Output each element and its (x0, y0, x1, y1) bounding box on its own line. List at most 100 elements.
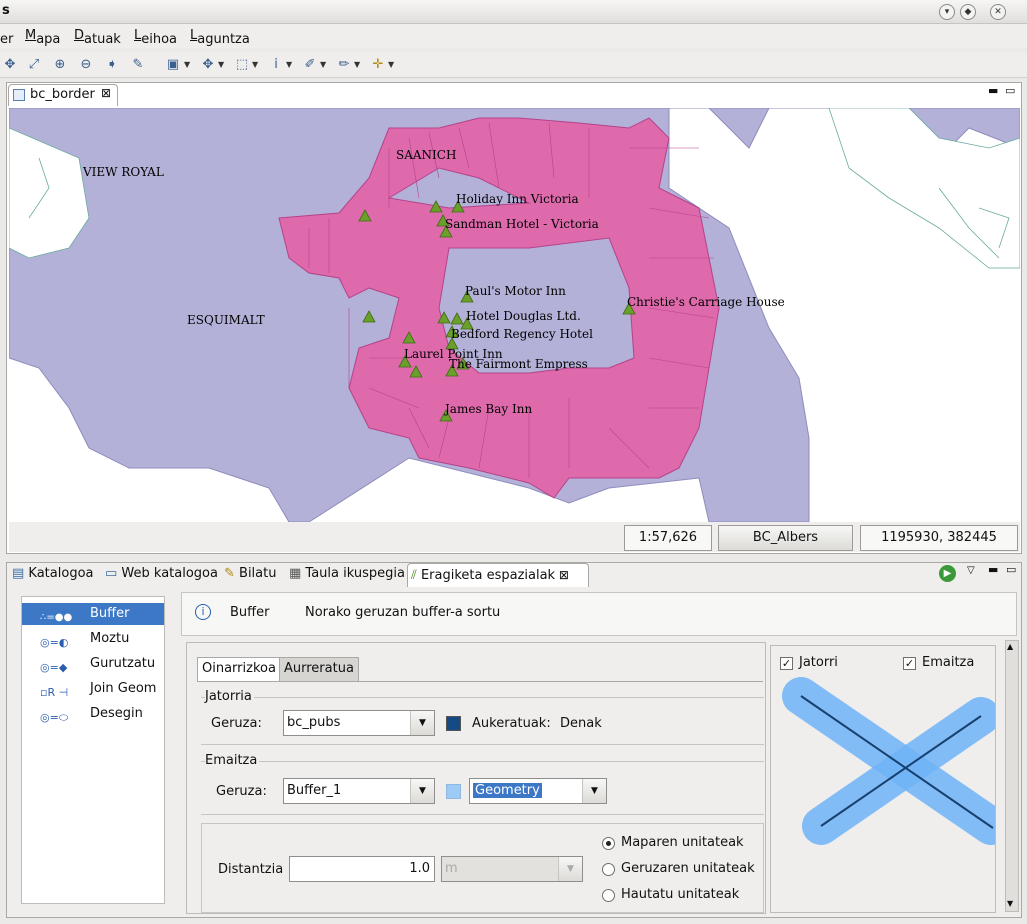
tab-katalogoa[interactable]: ▤ Katalogoa (9, 563, 97, 587)
source-layer-select[interactable]: bc_pubs ▼ (283, 710, 435, 736)
info-icon[interactable]: i (266, 55, 286, 75)
eraser-icon[interactable]: ✎ (128, 55, 148, 75)
run-icon[interactable]: ▶ (939, 565, 956, 582)
crs-button[interactable]: BC_Albers (718, 525, 853, 551)
chevron-down-icon[interactable]: ▼ (320, 55, 326, 75)
list-item-gurutzatu[interactable]: ◎=◆ Gurutzatu (22, 653, 164, 675)
menu-item-laguntza[interactable]: Laguntza (190, 28, 250, 47)
web-catalog-icon: ▭ (105, 566, 122, 581)
radio-map-units-label: Maparen unitateak (621, 835, 744, 850)
crosshair-tool-icon[interactable]: ✛ (368, 55, 388, 75)
map-label-bedford: Bedford Regency Hotel (451, 327, 593, 341)
map-label-sandman: Sandman Hotel - Victoria (445, 217, 599, 231)
view-menu-icon[interactable]: ▽ (967, 565, 975, 576)
chevron-down-icon[interactable]: ▼ (218, 55, 224, 75)
info-icon: i (195, 604, 211, 620)
draw-tool-icon[interactable]: ✏ (334, 55, 354, 75)
source-layer-label: Geruza: (211, 716, 262, 731)
chevron-down-icon[interactable]: ▼ (286, 55, 292, 75)
chevron-up-icon[interactable]: ▲ (1007, 642, 1013, 651)
result-color-swatch[interactable] (446, 784, 461, 799)
tab-aurreratua[interactable]: Aurreratua (279, 657, 359, 681)
scale-field[interactable]: 1:57,626 (624, 525, 712, 551)
menu-item-leihoa[interactable]: Leihoa (134, 28, 177, 47)
result-checkbox[interactable]: ✓ (903, 657, 916, 670)
unit-select[interactable]: m ▼ (441, 856, 583, 882)
table-icon: ▦ (289, 566, 306, 581)
maximize-icon[interactable]: ◆ (960, 4, 976, 20)
source-group-label: Jatorria (205, 689, 254, 704)
operation-header: i Buffer Norako geruzan buffer-a sortu (181, 592, 1017, 636)
window-title: s (2, 3, 10, 18)
close-icon[interactable]: ⊠ (101, 86, 111, 100)
search-icon: ✎ (224, 566, 240, 581)
list-item-buffer[interactable]: ∴=●● Buffer (22, 603, 164, 625)
tab-oinarrizkoa[interactable]: Oinarrizkoa (197, 657, 281, 681)
pan-grip-icon[interactable]: ✥ (0, 55, 20, 75)
chevron-down-icon[interactable]: ▼ (252, 55, 258, 75)
zoom-tool-icon[interactable]: ▣ (163, 55, 183, 75)
selected-value: Denak (560, 716, 602, 731)
tab-eragiketa-espazialak[interactable]: ⫽ Eragiketa espazialak ⊠ (407, 563, 589, 587)
chevron-down-icon[interactable]: ▼ (354, 55, 360, 75)
toolbar: ✥ ⤢ ⊕ ⊖ ➧ ✎ ▣ ▼ ✥ ▼ ⬚ ▼ i ▼ ✐ ▼ ✏ ▼ ✛ ▼ (0, 52, 1027, 78)
list-item-join-geom[interactable]: ▫R ⊣ Join Geom (22, 678, 164, 700)
radio-layer-units[interactable] (602, 863, 615, 876)
distance-input[interactable]: 1.0 (289, 856, 435, 882)
list-item-moztu[interactable]: ◎=◐ Moztu (22, 628, 164, 650)
menu-item-mapa[interactable]: Mapa (25, 28, 60, 47)
zoom-in-icon[interactable]: ⊕ (50, 55, 70, 75)
chevron-down-icon[interactable]: ▼ (582, 779, 606, 803)
minimize-icon[interactable]: ▬ (988, 563, 998, 576)
buffer-preview (782, 677, 995, 845)
result-checkbox-label: Emaitza (922, 655, 975, 670)
map-label-fairmont: The Fairmont Empress (449, 357, 588, 371)
next-icon[interactable]: ➧ (102, 55, 122, 75)
zoom-extent-icon[interactable]: ⤢ (24, 55, 44, 75)
tab-bilatu[interactable]: ✎ Bilatu (221, 563, 279, 587)
join-geom-icon: ▫R ⊣ (40, 686, 69, 699)
result-layer-select[interactable]: Buffer_1 ▼ (283, 778, 435, 804)
chevron-down-icon[interactable]: ▼ (410, 779, 434, 803)
chevron-down-icon[interactable]: ▼ (184, 55, 190, 75)
clip-icon: ◎=◐ (40, 636, 69, 649)
intersect-icon: ◎=◆ (40, 661, 68, 674)
tab-bc-border[interactable]: bc_border ⊠ (8, 84, 118, 106)
map-canvas[interactable]: VIEW ROYAL SAANICH ESQUIMALT Holiday Inn… (9, 108, 1020, 522)
minimize-icon[interactable]: ▾ (939, 4, 955, 20)
tab-taula-ikuspegia[interactable]: ▦ Taula ikuspegia (286, 563, 408, 587)
window-title-bar: s ▾ ◆ ✕ (0, 0, 1027, 24)
maximize-icon[interactable]: ▭ (1005, 84, 1015, 97)
chevron-down-icon[interactable]: ▼ (558, 857, 582, 881)
menu-item-datuak[interactable]: Datuak (74, 28, 121, 47)
map-label-james-bay: James Bay Inn (445, 402, 533, 416)
chevron-down-icon[interactable]: ▼ (410, 711, 434, 735)
dissolve-icon: ◎=⬭ (40, 711, 69, 724)
coordinates-field: 1195930, 382445 (860, 525, 1018, 551)
menu-bar: er Mapa Datuak Leihoa Laguntza (0, 24, 1027, 48)
pan-tool-icon[interactable]: ✥ (198, 55, 218, 75)
list-item-desegin[interactable]: ◎=⬭ Desegin (22, 703, 164, 725)
close-icon[interactable]: ⊠ (555, 568, 569, 582)
radio-choose-units[interactable] (602, 889, 615, 902)
catalog-icon: ▤ (12, 566, 29, 581)
buffer-form: Oinarrizkoa Aurreratua Jatorria Geruza: … (186, 642, 766, 914)
source-checkbox[interactable]: ✓ (780, 657, 793, 670)
minimize-icon[interactable]: ▬ (988, 84, 998, 97)
radio-layer-units-label: Geruzaren unitateak (621, 861, 755, 876)
preview-scrollbar[interactable]: ▲ ▼ (1005, 640, 1019, 912)
zoom-out-icon[interactable]: ⊖ (76, 55, 96, 75)
edit-tool-icon[interactable]: ✐ (300, 55, 320, 75)
chevron-down-icon[interactable]: ▼ (1007, 899, 1013, 908)
tab-web-katalogoa[interactable]: ▭ Web katalogoa (102, 563, 221, 587)
radio-map-units[interactable] (602, 837, 615, 850)
select-tool-icon[interactable]: ⬚ (232, 55, 252, 75)
map-status-bar: 1:57,626 BC_Albers 1195930, 382445 (9, 522, 1020, 552)
source-color-swatch[interactable] (446, 716, 461, 731)
map-label-pauls: Paul's Motor Inn (465, 284, 566, 298)
geometry-select[interactable]: Geometry ▼ (469, 778, 607, 804)
close-icon[interactable]: ✕ (990, 4, 1006, 20)
spatial-ops-icon: ⫽ (411, 568, 421, 583)
maximize-icon[interactable]: ▭ (1006, 563, 1016, 576)
chevron-down-icon[interactable]: ▼ (388, 55, 394, 75)
